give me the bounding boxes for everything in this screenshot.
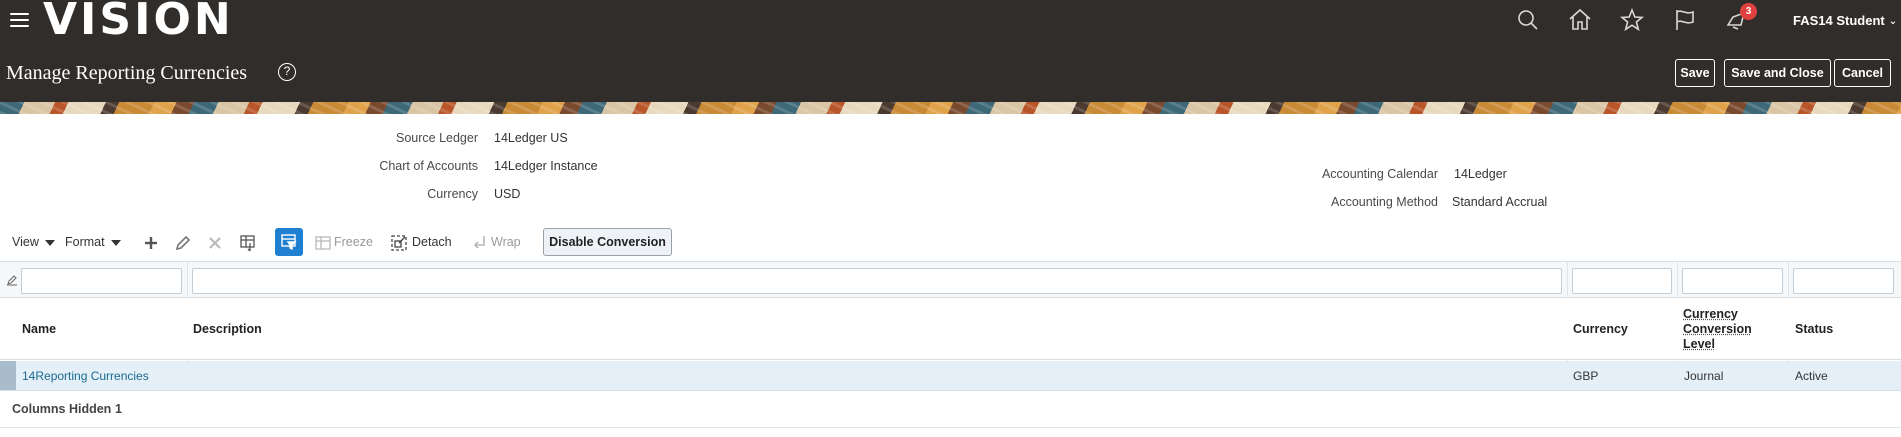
column-header-name[interactable]: Name — [22, 322, 56, 336]
notifications-count-badge: 3 — [1740, 3, 1757, 20]
notifications-icon[interactable]: 3 — [1724, 3, 1757, 35]
column-header-line: Currency — [1683, 307, 1738, 321]
view-menu[interactable]: View — [12, 226, 55, 258]
chart-of-accounts-value: 14Ledger Instance — [494, 159, 598, 173]
column-header-status[interactable]: Status — [1795, 322, 1833, 336]
description-filter-input[interactable] — [192, 268, 1562, 294]
currency-label: Currency — [427, 187, 478, 201]
column-header-line: Conversion — [1683, 322, 1752, 336]
save-button[interactable]: Save — [1675, 59, 1715, 87]
columns-hidden-count[interactable]: 1 — [115, 402, 122, 416]
cancel-button[interactable]: Cancel — [1834, 59, 1891, 87]
status-filter-input[interactable] — [1793, 268, 1894, 294]
freeze-label[interactable]: Freeze — [334, 226, 373, 258]
column-header-currency[interactable]: Currency — [1573, 322, 1628, 336]
export-table-icon[interactable] — [238, 233, 258, 253]
currency-cell: GBP — [1573, 369, 1599, 383]
accounting-calendar-value: 14Ledger — [1454, 167, 1507, 181]
chevron-down-icon: ⌄ — [1888, 16, 1898, 27]
edit-pencil-icon[interactable] — [173, 233, 193, 253]
column-header-currency-conversion-level[interactable]: Currency Conversion Level — [1683, 307, 1752, 352]
clear-filter-icon[interactable] — [6, 274, 18, 286]
table-status-bar: Columns Hidden 1 — [0, 392, 1901, 428]
format-menu-label: Format — [65, 235, 105, 249]
global-header: VISION 3 FAS14 Student ⌄ Manage Reporting… — [0, 0, 1901, 102]
conversion-level-cell: Journal — [1684, 369, 1724, 383]
accounting-method-label: Accounting Method — [1330, 195, 1438, 209]
user-menu[interactable]: FAS14 Student ⌄ — [1793, 13, 1897, 28]
column-header-description[interactable]: Description — [193, 322, 262, 336]
row-selector[interactable] — [0, 361, 16, 390]
table-row[interactable]: 14Reporting Currencies GBP Journal Activ… — [0, 361, 1901, 391]
format-menu[interactable]: Format — [65, 226, 121, 258]
watchlist-flag-icon[interactable] — [1672, 7, 1700, 35]
status-cell: Active — [1795, 369, 1828, 383]
wrap-label[interactable]: Wrap — [491, 226, 521, 258]
currency-filter-input[interactable] — [1572, 268, 1672, 294]
add-icon[interactable] — [141, 233, 161, 253]
source-ledger-value: 14Ledger US — [494, 131, 568, 145]
query-by-example-button[interactable] — [275, 228, 303, 256]
columns-hidden-label: Columns Hidden — [12, 402, 112, 416]
chart-of-accounts-label: Chart of Accounts — [379, 159, 478, 173]
delete-icon[interactable] — [205, 233, 225, 253]
home-icon[interactable] — [1567, 7, 1595, 35]
freeze-icon[interactable] — [313, 233, 333, 253]
decorative-banner — [0, 102, 1901, 114]
disable-conversion-button[interactable]: Disable Conversion — [543, 228, 672, 256]
accounting-method-value: Standard Accrual — [1452, 195, 1548, 209]
caret-down-icon — [44, 239, 55, 246]
source-ledger-label: Source Ledger — [395, 131, 478, 145]
page-title: Manage Reporting Currencies — [6, 62, 248, 84]
save-and-close-button[interactable]: Save and Close — [1724, 59, 1831, 87]
wrap-icon[interactable] — [470, 233, 490, 253]
help-icon[interactable]: ? — [278, 63, 296, 81]
view-menu-label: View — [12, 235, 39, 249]
favorites-star-icon[interactable] — [1619, 7, 1647, 35]
currency-value: USD — [494, 187, 521, 201]
navigator-menu-icon[interactable] — [10, 13, 29, 29]
table-header-row: Name Description Currency Currency Conve… — [0, 298, 1901, 360]
column-header-line: Level — [1683, 337, 1715, 351]
detach-label[interactable]: Detach — [412, 226, 452, 258]
detach-icon[interactable] — [389, 233, 409, 253]
query-filter-row — [0, 261, 1901, 298]
reporting-currency-name-link[interactable]: 14Reporting Currencies — [22, 361, 149, 391]
caret-down-icon — [110, 239, 121, 246]
name-filter-input[interactable] — [21, 268, 182, 294]
search-icon[interactable] — [1515, 7, 1543, 35]
accounting-calendar-label: Accounting Calendar — [1321, 167, 1438, 181]
user-name: FAS14 Student — [1793, 13, 1885, 28]
conversion-level-filter-input[interactable] — [1682, 268, 1783, 294]
vision-logo: VISION — [43, 0, 234, 45]
